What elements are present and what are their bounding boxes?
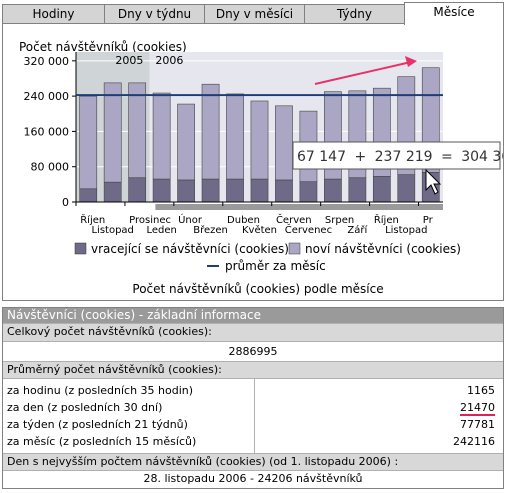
visitor-info-table: Návštěvníci (cookies) - základní informa… (2, 307, 504, 489)
y-tick-label: 80 000 (31, 161, 70, 174)
tab-dny-v-mesici[interactable]: Dny v měsíci (204, 4, 305, 24)
bar-new (177, 103, 195, 181)
year-label-2005: 2005 (115, 54, 143, 67)
x-tick-label: Březen (193, 224, 228, 236)
tooltip-total: 304 366 (461, 149, 503, 165)
max-day-label: Den s nejvyšším počtem návštěvníků (cook… (3, 454, 503, 471)
bar-returning (226, 178, 244, 203)
bar-returning (103, 181, 122, 203)
legend-label-average: průměr za měsíc (225, 259, 326, 273)
bar-new (79, 95, 98, 190)
avg-day-label: za den (z posledních 30 dní) (7, 401, 163, 414)
year-label-2006: 2006 (155, 54, 183, 67)
average-visitors-label: Průměrný počet návštěvníků (cookies): (3, 362, 503, 379)
bar-returning (152, 178, 171, 203)
bar-returning (275, 179, 293, 203)
bar-new (152, 92, 171, 180)
bar-returning (348, 177, 367, 203)
average-visitors-block: za hodinu (z posledních 35 hodin) za den… (3, 379, 503, 454)
bar-new (250, 100, 269, 180)
max-day-value: 28. listopadu 2006 - 24206 návštěvníků (143, 472, 363, 485)
bar-new (275, 105, 293, 181)
bar-returning (324, 178, 342, 203)
avg-week-label: za týden (z posledních 21 týdnů) (7, 418, 188, 431)
value-tooltip: 67 147 + 237 219 = 304 366 (292, 141, 503, 170)
y-tick-label: 320 000 (24, 55, 70, 68)
x-tick-label: Listopad (91, 225, 133, 236)
tooltip-new: 237 219 (375, 149, 433, 165)
total-visitors-value: 2886995 (3, 342, 503, 362)
avg-hour-label: za hodinu (z posledních 35 hodin) (7, 384, 194, 397)
bar-new (128, 82, 147, 179)
bar-new (201, 83, 220, 180)
info-header: Návštěvníci (cookies) - základní informa… (3, 308, 503, 324)
avg-day-value: 21470 (255, 399, 503, 416)
avg-month-label: za měsíc (z posledních 15 měsíců) (7, 435, 197, 448)
avg-month-value: 242116 (453, 435, 495, 448)
bar-returning (397, 174, 416, 203)
bar-new (103, 82, 122, 183)
total-visitors-label: Celkový počet návštěvníků (cookies): (3, 324, 503, 342)
bar-returning (128, 177, 147, 203)
average-values: 1165 21470 77781 242116 (255, 379, 503, 453)
chart-title: Počet návštěvníků (cookies) podle měsíce (132, 282, 383, 296)
x-tick-label: Listopad (385, 225, 427, 236)
legend-swatch-new (288, 242, 301, 255)
legend-label-new: noví návštěvníci (cookies) (305, 242, 461, 256)
avg-day-number: 21470 (460, 401, 495, 416)
chart-svg: Počet návštěvníků (cookies) 0 80 000 160 0… (19, 40, 503, 296)
tooltip-returning: 67 147 (297, 149, 346, 165)
bar-returning (201, 178, 220, 203)
bar-returning (372, 176, 391, 203)
legend-swatch-returning (74, 242, 87, 255)
legend-label-returning: vracející se návštěvníci (cookies) (91, 242, 289, 256)
y-tick-label: 240 000 (24, 90, 70, 103)
bar-returning (79, 188, 98, 203)
bar-returning (250, 178, 269, 203)
svg-text:67 147 + 237 2: 67 147 + 237 219 = 304 366 (297, 149, 503, 165)
average-labels: za hodinu (z posledních 35 hodin) za den… (3, 379, 255, 453)
y-axis-label: Počet návštěvníků (cookies) (19, 40, 187, 54)
tab-mesice[interactable]: Měsíce (404, 2, 504, 25)
x-tick-label: Leden (146, 225, 176, 236)
chart-panel: Počet návštěvníků (cookies) 0 80 000 160 0… (2, 23, 504, 301)
bar-returning (299, 181, 318, 203)
y-tick-label: 0 (62, 196, 69, 209)
x-tick-label: Květen (242, 224, 277, 236)
tab-tydny[interactable]: Týdny (304, 4, 405, 24)
y-tick-label: 160 000 (24, 125, 70, 138)
avg-hour-value: 1165 (467, 384, 495, 397)
tab-hodiny[interactable]: Hodiny (2, 4, 105, 24)
chart-scrollbar[interactable] (155, 204, 443, 210)
x-tick-label: Září (347, 224, 368, 236)
tab-bar: Hodiny Dny v týdnu Dny v měsíci Týdny Mě… (2, 2, 504, 25)
avg-week-value: 77781 (460, 418, 495, 431)
bar-new (226, 93, 244, 180)
bar-returning (177, 179, 195, 203)
tab-dny-v-tydnu[interactable]: Dny v týdnu (104, 4, 205, 24)
x-tick-label: Červenec (285, 223, 332, 236)
